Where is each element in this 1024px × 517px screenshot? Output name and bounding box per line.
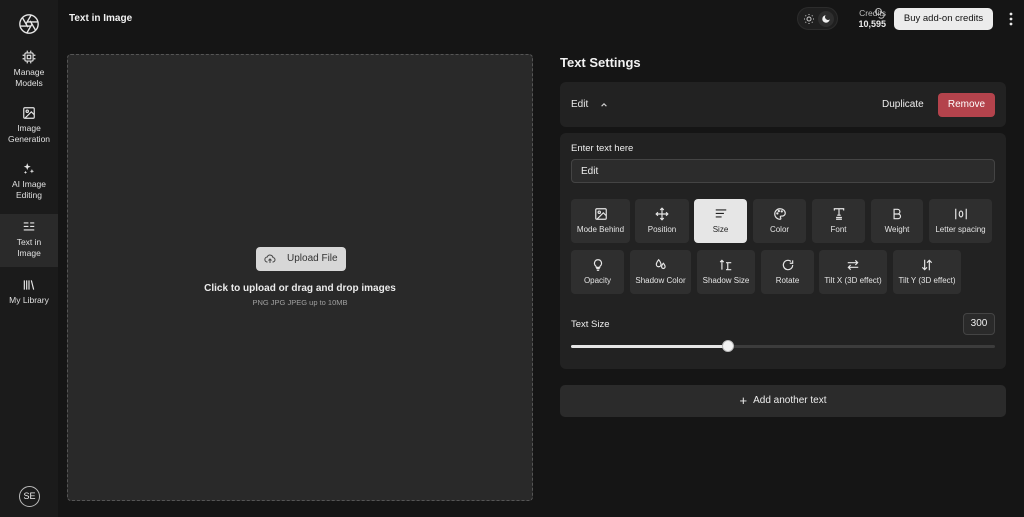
lines-icon [715,209,726,218]
tool-label: Position [647,225,677,234]
remove-button[interactable]: Remove [938,93,995,117]
upload-subtitle: PNG JPG JPEG up to 10MB [252,298,348,307]
image-layer-icon [594,208,607,220]
credits-value: 10,595 [858,19,886,29]
add-text-label: Add another text [753,395,827,406]
font-icon [833,208,844,220]
more-menu-icon[interactable] [1006,11,1016,27]
bulb-icon [593,259,602,271]
tool-position[interactable]: Position [635,199,689,243]
text-input[interactable] [571,159,995,183]
duplicate-button[interactable]: Duplicate [882,99,924,110]
theme-toggle[interactable] [797,7,838,30]
tool-size[interactable]: Size [694,199,747,243]
sidebar-item-ai-image-editing[interactable]: AI Image Editing [0,162,58,214]
tool-label: Opacity [583,276,612,285]
library-icon [23,280,35,290]
rotate-icon [782,259,793,271]
arrows-horizontal-icon [847,259,859,271]
sidebar-item-label: My Library [9,295,49,305]
sidebar-item-label: Manage Models [13,67,45,88]
sidebar-item-label: AI Image Editing [11,179,47,200]
tool-label: Font [830,225,847,234]
tool-opacity[interactable]: Opacity [571,250,624,294]
text-size-slider[interactable] [571,340,995,352]
drops-icon [655,258,666,269]
move-icon [655,207,669,221]
tool-label: Rotate [775,276,800,285]
tool-label: Shadow Size [702,276,750,285]
tool-mode-behind[interactable]: Mode Behind [571,199,630,243]
chevron-up-icon[interactable] [600,101,608,109]
tool-letter-spacing[interactable]: Letter spacing [929,199,992,243]
moon-toggle[interactable] [818,11,834,27]
sparkles-icon [23,163,35,175]
add-another-text-button[interactable]: + Add another text [560,385,1006,417]
text-size-value[interactable]: 300 [963,313,995,335]
sidebar-item-label: Text in Image [16,237,42,258]
letter-spacing-icon [954,208,967,220]
moon-icon [822,15,830,23]
tool-label: Color [769,225,790,234]
text-settings-panel: Enter text here Mode Behind Position Siz… [560,133,1006,369]
buy-credits-button[interactable]: Buy add-on credits [894,8,993,30]
text-align-icon [23,222,35,231]
tool-label: Letter spacing [935,225,986,234]
sidebar-item-image-generation[interactable]: Image Generation [0,106,58,158]
tool-shadow-size[interactable]: Shadow Size [697,250,755,294]
tool-label: Mode Behind [576,225,625,234]
sun-icon[interactable] [803,13,815,25]
chip-icon [22,50,36,64]
settings-title: Text Settings [560,55,641,70]
tool-tilt-y[interactable]: Tilt Y (3D effect) [893,250,961,294]
bold-icon [893,208,902,220]
tool-font[interactable]: Font [812,199,865,243]
tool-label: Tilt Y (3D effect) [898,276,956,285]
text-layer-bar: Edit Duplicate Remove [560,82,1006,127]
page-title: Text in Image [69,13,133,24]
text-field-label: Enter text here [571,143,634,154]
sidebar-item-manage-models[interactable]: Manage Models [0,50,58,102]
upload-button-label: Upload File [287,253,338,264]
slider-fill [571,345,728,348]
tool-weight[interactable]: Weight [871,199,923,243]
upload-file-button[interactable]: Upload File [256,247,346,271]
sidebar-item-text-in-image[interactable]: Text in Image [0,214,58,267]
palette-icon [773,208,786,220]
tool-label: Shadow Color [635,276,686,285]
logo-icon[interactable] [18,13,40,35]
arrows-vertical-icon [921,259,933,271]
tool-label: Size [712,225,729,234]
upload-title: Click to upload or drag and drop images [204,283,396,294]
text-size-icon [719,259,732,271]
text-layer-label[interactable]: Edit [571,99,588,110]
sidebar-item-my-library[interactable]: My Library [0,278,58,330]
tool-shadow-color[interactable]: Shadow Color [630,250,691,294]
tool-label: Weight [884,225,910,234]
sidebar-item-label: Image Generation [7,123,51,144]
coins-icon [875,8,885,19]
text-size-label: Text Size [571,319,610,330]
tool-tilt-x[interactable]: Tilt X (3D effect) [819,250,887,294]
image-icon [23,107,35,119]
tool-rotate[interactable]: Rotate [761,250,814,294]
tool-label: Tilt X (3D effect) [824,276,882,285]
avatar[interactable]: SE [19,486,40,507]
plus-icon: + [739,393,748,408]
cloud-upload-icon [264,254,276,263]
slider-thumb[interactable] [721,340,734,352]
tool-color[interactable]: Color [753,199,806,243]
upload-dropzone[interactable]: Upload File Click to upload or drag and … [67,54,533,501]
sidebar: Manage Models Image Generation AI Image … [0,0,58,517]
